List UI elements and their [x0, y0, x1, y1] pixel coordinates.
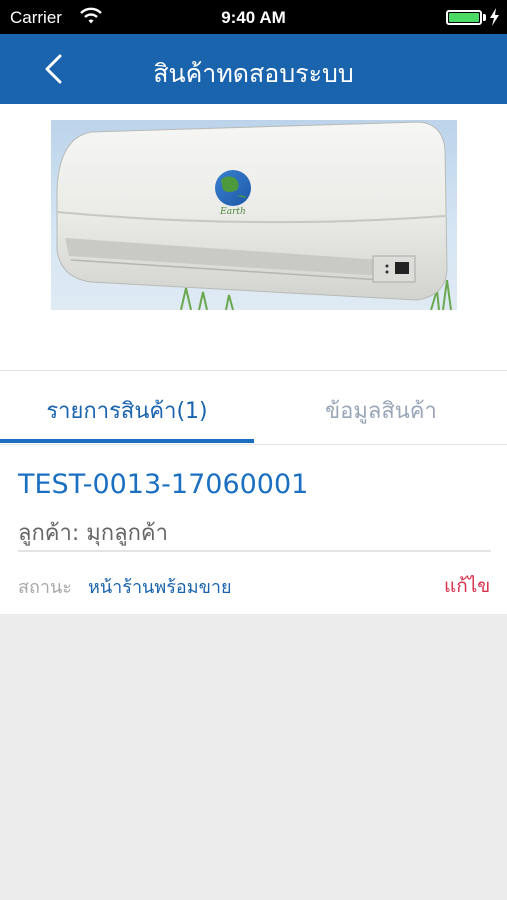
nav-bar: สินค้าทดสอบระบบ [0, 34, 507, 104]
battery-tip [483, 14, 486, 21]
tab-product-info[interactable]: ข้อมูลสินค้า [254, 371, 507, 445]
product-image-area: Earth [0, 104, 507, 370]
charging-icon [490, 8, 499, 26]
customer-label: ลูกค้า: มุกลูกค้า [18, 521, 168, 546]
product-code: TEST-0013-17060001 [18, 469, 309, 500]
battery-icon [446, 10, 482, 25]
divider [18, 550, 491, 552]
tab-bar: รายการสินค้า(1) ข้อมูลสินค้า [0, 370, 507, 444]
air-conditioner-image: Earth [51, 120, 457, 310]
tab-product-list[interactable]: รายการสินค้า(1) [0, 371, 254, 445]
page-title: สินค้าทดสอบระบบ [153, 59, 354, 88]
active-tab-indicator [0, 439, 254, 443]
list-item[interactable]: TEST-0013-17060001 ลูกค้า: มุกลูกค้า สถา… [0, 444, 507, 614]
edit-button[interactable]: แก้ไข [444, 571, 490, 601]
clock: 9:40 AM [221, 8, 286, 27]
status-label: สถานะ [18, 577, 72, 598]
brand-logo-text: Earth [219, 207, 246, 217]
status-value: หน้าร้านพร้อมขาย [88, 577, 232, 598]
status-bar: Carrier 9:40 AM [0, 0, 507, 34]
